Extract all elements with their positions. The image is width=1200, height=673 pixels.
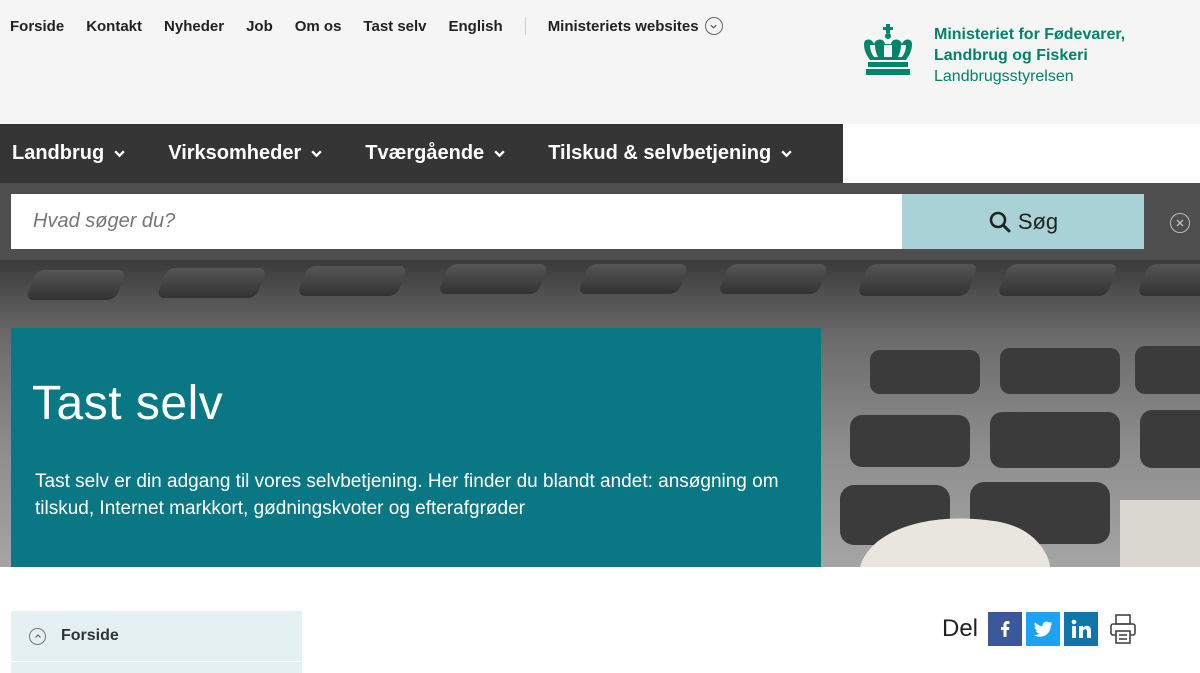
topnav-job[interactable]: Job: [246, 18, 273, 35]
search-button-label: Søg: [1017, 208, 1059, 234]
topnav-tast-selv[interactable]: Tast selv: [363, 18, 426, 35]
mainnav-landbrug[interactable]: Landbrug: [0, 142, 126, 165]
chevron-down-icon: [494, 150, 505, 158]
topnav-forside[interactable]: Forside: [10, 18, 64, 35]
logo-line-1: Ministeriet for Fødevarer,: [934, 26, 1126, 43]
hero-card: Tast selv Tast selv er din adgang til vo…: [11, 328, 821, 567]
mainnav-tvaergaaende[interactable]: Tværgående: [353, 142, 506, 165]
search-bar: Søg: [0, 183, 1200, 260]
chevron-down-icon: [781, 150, 792, 158]
search-button[interactable]: Søg: [902, 194, 1144, 249]
top-bar: Forside Kontakt Nyheder Job Om os Tast s…: [0, 0, 1200, 124]
chevron-up-circle-icon: [29, 627, 46, 645]
mainnav-virksomheder-label: Virksomheder: [168, 142, 302, 164]
chevron-down-circle-icon: [704, 17, 723, 35]
twitter-icon[interactable]: [1026, 612, 1061, 646]
leftnav-forside[interactable]: Forside: [11, 611, 302, 661]
main-navigation: Landbrug Virksomheder Tværgående Tilskud…: [0, 124, 843, 183]
mainnav-virksomheder[interactable]: Virksomheder: [156, 142, 323, 165]
mainnav-tvaergaaende-label: Tværgående: [365, 142, 485, 164]
topnav-kontakt[interactable]: Kontakt: [86, 18, 142, 35]
hero-description: Tast selv er din adgang til vores selvbe…: [35, 471, 779, 519]
crown-icon: [864, 24, 912, 75]
chevron-down-icon: [114, 150, 125, 158]
mainnav-landbrug-label: Landbrug: [12, 142, 105, 164]
close-icon: [1176, 219, 1184, 227]
topnav-english[interactable]: English: [449, 18, 503, 35]
chevron-down-icon: [311, 150, 322, 158]
hero-banner: Tast selv Tast selv er din adgang til vo…: [0, 260, 1200, 567]
linkedin-icon[interactable]: [1064, 612, 1099, 646]
logo-line-2: Landbrug og Fiskeri: [934, 47, 1088, 64]
facebook-icon[interactable]: [988, 612, 1023, 646]
mainnav-tilskud-label: Tilskud & selvbetjening: [548, 142, 772, 164]
print-icon[interactable]: [1108, 613, 1138, 645]
top-navigation: Forside Kontakt Nyheder Job Om os Tast s…: [10, 17, 723, 35]
leftnav-next-item[interactable]: [11, 662, 302, 673]
share-label: Del: [942, 615, 979, 642]
search-input[interactable]: [11, 194, 902, 249]
search-icon: [989, 211, 1011, 232]
clear-search-button[interactable]: [1170, 213, 1190, 233]
mainnav-tilskud-selvbetjening[interactable]: Tilskud & selvbetjening: [536, 142, 793, 165]
topnav-divider: [524, 17, 526, 35]
page-title: Tast selv: [32, 377, 224, 430]
ministry-logo[interactable]: Ministeriet for Fødevarer, Landbrug og F…: [858, 24, 1125, 87]
ministeries-websites-label: Ministeriets websites: [547, 17, 699, 35]
topnav-om-os[interactable]: Om os: [295, 18, 342, 35]
topnav-nyheder[interactable]: Nyheder: [164, 18, 224, 35]
logo-line-3: Landbrugsstyrelsen: [934, 68, 1074, 85]
leftnav-forside-label: Forside: [61, 627, 119, 644]
ministeries-websites-dropdown[interactable]: Ministeriets websites: [548, 17, 723, 35]
share-bar: Del: [942, 612, 1138, 646]
